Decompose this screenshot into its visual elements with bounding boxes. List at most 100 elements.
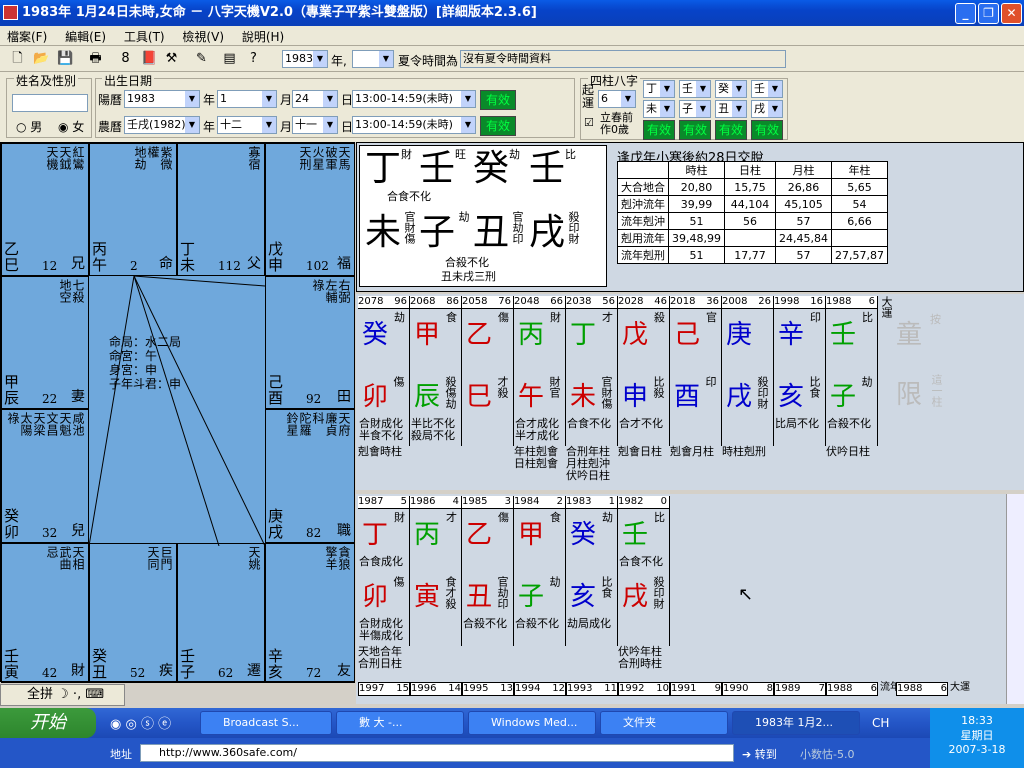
palace[interactable]: 紫微權地劫 丙午 2 命 [89, 143, 177, 276]
lunar-day-select[interactable]: 十一 ▼ [292, 116, 338, 134]
pillar-stem-4[interactable]: 壬 ▼ [751, 80, 783, 98]
new-icon[interactable]: 🗋 [8, 49, 27, 68]
palace[interactable]: 天馬 破軍 火星 天刑 戊申 102 福 [265, 143, 355, 276]
palace[interactable]: 天府 廉貞科陀羅 鈴星 庚戌 82 職 [265, 409, 355, 543]
menu-view[interactable]: 檢視(V) [175, 26, 231, 47]
palace[interactable]: 巨門 天同 癸丑 52 疾 [89, 543, 177, 683]
palace[interactable]: 寡宿 丁未 112 父 [177, 143, 265, 276]
chart-lines [89, 276, 265, 546]
fortune-column[interactable]: 1983 1 癸劫亥比食 劫局成化 [566, 496, 618, 646]
female-radio[interactable]: ◉ 女 [58, 118, 84, 135]
pillar-branch-4[interactable]: 戌 ▼ [751, 100, 783, 118]
task-broadcast[interactable]: Broadcast S... [200, 711, 332, 735]
palace[interactable]: 貪狼 擎羊 辛亥 72 友 [265, 543, 355, 683]
column-year: 1982 [618, 496, 644, 507]
qiyun-select[interactable]: 6 ▼ [598, 90, 636, 108]
column-note: 合才不化 [619, 417, 663, 430]
pillar-branch-3[interactable]: 丑 ▼ [715, 100, 747, 118]
open-icon[interactable]: 📂 [32, 49, 51, 68]
column-branch-tag: 比食 [600, 576, 613, 598]
fortune-column[interactable]: 2048 66 丙財午財官 合才成化 半才成化 [514, 296, 566, 446]
solar-year-select[interactable]: 1983 ▼ [124, 90, 200, 108]
menu-edit[interactable]: 編輯(E) [58, 26, 113, 47]
palace[interactable]: 紅鸞 天鉞 天機 乙巳 12 兄 [1, 143, 89, 276]
lunar-valid-button[interactable]: 有效 [480, 116, 516, 136]
save-icon[interactable]: 💾 [56, 49, 75, 68]
hammer-icon[interactable]: ⚒ [162, 49, 181, 68]
center-line-4: 子年斗君：申 [109, 377, 182, 391]
pillar-valid-4[interactable]: 有效 [751, 120, 783, 140]
solar-month-select[interactable]: 1 ▼ [217, 90, 277, 108]
clock-time[interactable]: 18:33 [930, 714, 1024, 727]
palace[interactable]: 天姚 壬子 62 遷 [177, 543, 265, 683]
fortune-column[interactable]: 2038 56 丁才未官財傷 合食不化 [566, 296, 618, 446]
task-windows-media[interactable]: Windows Med... [468, 711, 596, 735]
name-input[interactable] [12, 94, 88, 112]
fortune-column[interactable]: 2058 76 乙傷巳才殺 [462, 296, 514, 446]
solar-valid-button[interactable]: 有效 [480, 90, 516, 110]
solar-time-select[interactable]: 13:00-14:59(未時) ▼ [352, 90, 476, 108]
address-input[interactable]: http://www.360safe.com/ [140, 744, 734, 762]
help-icon[interactable]: ? [244, 49, 263, 68]
close-button[interactable]: ✕ [1001, 3, 1022, 24]
lunar-month-select[interactable]: 十二 ▼ [217, 116, 277, 134]
pillar-branch-2[interactable]: 子 ▼ [679, 100, 711, 118]
minimize-button[interactable]: _ [955, 3, 976, 24]
fortune-column[interactable]: 2068 86 甲食辰殺傷劫 半比不化 殺局不化 [410, 296, 462, 446]
month-select[interactable]: ▼ [352, 50, 394, 68]
book-icon[interactable]: 📕 [140, 49, 159, 68]
quicklaunch-icons[interactable]: ◉ ◎ ⓢ ⓔ [110, 713, 171, 732]
page-icon[interactable]: ▤ [220, 49, 239, 68]
lang-indicator[interactable]: CH [872, 716, 889, 730]
fortune-column[interactable]: 2018 36 己官酉印 [670, 296, 722, 446]
column-branch: 辰 [414, 382, 441, 412]
vertical-scrollbar[interactable] [1006, 494, 1024, 704]
column-header: 2048 66 [514, 296, 565, 309]
year-select[interactable]: 1983 ▼ [282, 50, 328, 68]
pillar-stem-3[interactable]: 癸 ▼ [715, 80, 747, 98]
menu-file[interactable]: 檔案(F) [0, 26, 54, 47]
pillar-valid-2[interactable]: 有效 [679, 120, 711, 140]
menu-help[interactable]: 說明(H) [235, 26, 291, 47]
fortune-column[interactable]: 2008 26 庚戌殺印財 [722, 296, 774, 446]
lunar-time-select[interactable]: 13:00-14:59(未時) ▼ [352, 116, 476, 134]
center-line-1: 命局：水二局 [109, 335, 182, 349]
male-radio[interactable]: ○ 男 [16, 118, 42, 135]
maximize-button[interactable]: ❐ [978, 3, 999, 24]
fortune-column[interactable]: 1984 2 甲食子劫合殺不化 [514, 496, 566, 646]
fortune-column[interactable]: 1998 16 辛印亥比食 比局不化 [774, 296, 826, 446]
pillar-branch-1[interactable]: 未 ▼ [643, 100, 675, 118]
go-button[interactable]: ➔ 转到 [742, 746, 777, 762]
ime-bar[interactable]: 全拼 ☽ ·, ⌨ [0, 684, 125, 706]
pillar-valid-1[interactable]: 有效 [643, 120, 675, 140]
pillar-stem-1[interactable]: 丁 ▼ [643, 80, 675, 98]
lichun-checkbox[interactable]: ☑ [584, 116, 594, 129]
title-bar[interactable]: 1983年 1月24日未時,女命 － 八字天機V2.0（專業子平紫斗雙盤版）[詳… [0, 0, 1024, 26]
next-age: 8 [766, 683, 773, 694]
palace[interactable]: 七殺 地空 甲辰 22 妻 [1, 276, 89, 409]
task-2[interactable]: 數 大 -... [336, 711, 464, 735]
lunar-year-select[interactable]: 壬戌(1982) ▼ [124, 116, 200, 134]
print-icon[interactable]: 🖶 [86, 49, 105, 68]
fortune-column[interactable]: 1987 5 丁財卯傷 合食成化 合財成化 半傷成化 [358, 496, 410, 646]
menu-tools[interactable]: 工具(T) [117, 26, 172, 47]
calc-icon[interactable]: 8 [116, 49, 135, 68]
palace[interactable]: 右弼 左輔祿己酉 92 田 [265, 276, 355, 409]
fortune-column[interactable]: 2028 46 戊殺申比殺 合才不化 [618, 296, 670, 446]
task-bazi[interactable]: 1983年 1月2... [732, 711, 860, 735]
paint-icon[interactable]: ✎ [192, 49, 211, 68]
fortune-column[interactable]: 1988 6 壬比子劫合殺不化 [826, 296, 878, 446]
task-folder[interactable]: 文件夹 [600, 711, 728, 735]
start-button[interactable]: 开始 [0, 708, 96, 738]
palace[interactable]: 咸池 天魁 文昌 天梁 太陽祿癸卯 32 兒 [1, 409, 89, 543]
solar-day-select[interactable]: 24 ▼ [292, 90, 338, 108]
fortune-column[interactable]: 1985 3 乙傷丑官劫印 合殺不化 [462, 496, 514, 646]
palace-star: 巨門 [159, 546, 173, 570]
palace-ganzhi: 戊申 [268, 240, 284, 274]
fortune-column[interactable]: 1986 4 丙才寅食才殺 [410, 496, 462, 646]
fortune-column[interactable]: 1982 0 壬比戌殺印財 合食不化 [618, 496, 670, 646]
pillar-valid-3[interactable]: 有效 [715, 120, 747, 140]
pillar-stem-2[interactable]: 壬 ▼ [679, 80, 711, 98]
fortune-column[interactable]: 2078 96 癸劫卯傷合財成化 半食不化 [358, 296, 410, 446]
palace[interactable]: 天相 武曲忌壬寅 42 財 [1, 543, 89, 683]
